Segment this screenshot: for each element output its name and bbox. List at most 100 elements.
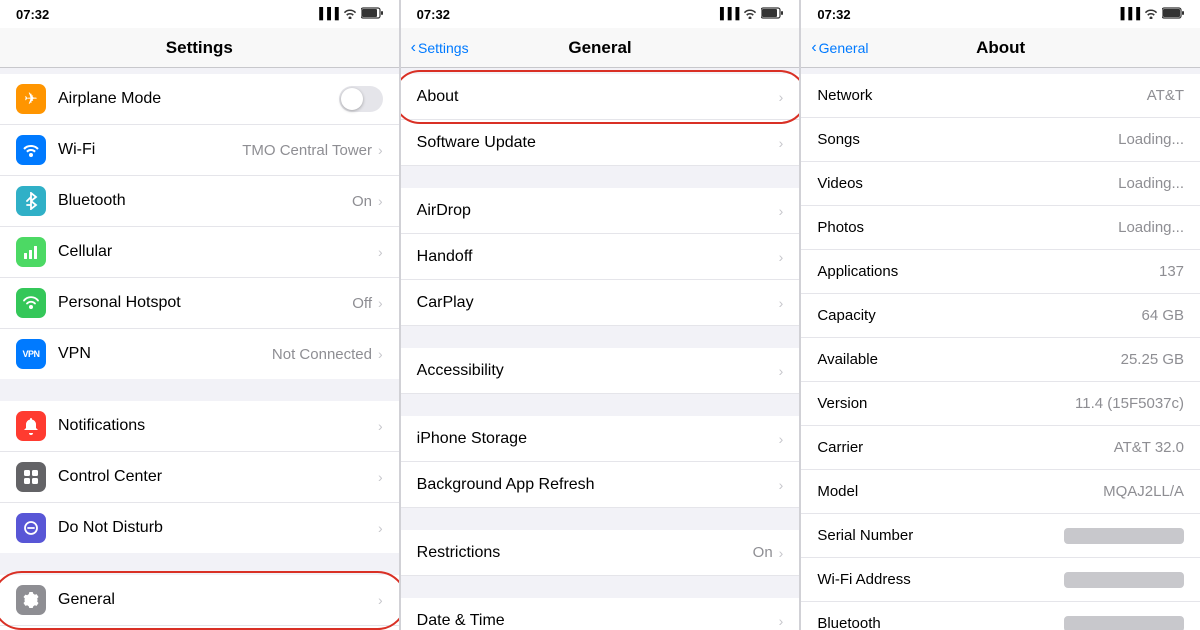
photos-label: Photos: [817, 219, 1118, 236]
control-center-chevron: ›: [378, 469, 383, 485]
videos-label: Videos: [817, 175, 1118, 192]
dnd-label: Do Not Disturb: [58, 519, 378, 537]
date-time-row[interactable]: Date & Time ›: [401, 598, 800, 630]
handoff-row[interactable]: Handoff ›: [401, 234, 800, 280]
version-label: Version: [817, 395, 1075, 412]
do-not-disturb-row[interactable]: Do Not Disturb ›: [0, 503, 399, 553]
restrictions-row[interactable]: Restrictions On ›: [401, 530, 800, 576]
applications-value: 137: [1159, 263, 1184, 280]
settings-list: ✈ Airplane Mode Wi-Fi TMO Central Tower …: [0, 68, 399, 630]
bluetooth-address-label: Bluetooth: [817, 615, 1064, 630]
available-label: Available: [817, 351, 1120, 368]
bluetooth-icon: [16, 186, 46, 216]
songs-label: Songs: [817, 131, 1118, 148]
bluetooth-row[interactable]: Bluetooth On ›: [0, 176, 399, 227]
dnd-chevron: ›: [378, 520, 383, 536]
serial-row: Serial Number: [801, 514, 1200, 558]
status-icons-3: ▐▐▐: [1117, 7, 1184, 22]
vpn-row[interactable]: VPN VPN Not Connected ›: [0, 329, 399, 379]
settings-nav: Settings: [0, 28, 399, 68]
serial-label: Serial Number: [817, 527, 1064, 544]
about-back-button[interactable]: ‹ General: [811, 39, 868, 57]
photos-row: Photos Loading...: [801, 206, 1200, 250]
version-row: Version 11.4 (15F5037c): [801, 382, 1200, 426]
notifications-label: Notifications: [58, 417, 378, 435]
vpn-icon: VPN: [16, 339, 46, 369]
wifi-row[interactable]: Wi-Fi TMO Central Tower ›: [0, 125, 399, 176]
bg-app-refresh-row[interactable]: Background App Refresh ›: [401, 462, 800, 508]
general-group: General › Display & Brightness › Wallpap…: [0, 575, 399, 630]
spacer-g2: [401, 166, 800, 188]
signal-icon: ▐▐▐: [315, 8, 338, 20]
wifi-icon-3: [1144, 7, 1158, 22]
software-update-row[interactable]: Software Update ›: [401, 120, 800, 166]
iphone-storage-row[interactable]: iPhone Storage ›: [401, 416, 800, 462]
general-title: General: [568, 38, 631, 58]
vpn-chevron: ›: [378, 346, 383, 362]
version-value: 11.4 (15F5037c): [1075, 395, 1184, 412]
restrictions-chevron: ›: [779, 545, 784, 561]
cellular-row[interactable]: Cellular ›: [0, 227, 399, 278]
software-update-chevron: ›: [779, 135, 784, 151]
airplane-mode-row[interactable]: ✈ Airplane Mode: [0, 74, 399, 125]
videos-value: Loading...: [1118, 175, 1184, 192]
airdrop-row[interactable]: AirDrop ›: [401, 188, 800, 234]
handoff-label: Handoff: [417, 248, 779, 266]
bluetooth-address-value: [1064, 616, 1184, 630]
wifi-status-icon: [343, 7, 357, 22]
date-time-label: Date & Time: [417, 612, 779, 630]
time-1: 07:32: [16, 7, 49, 22]
wifi-value: TMO Central Tower: [242, 142, 372, 159]
hotspot-row[interactable]: Personal Hotspot Off ›: [0, 278, 399, 329]
status-bar-2: 07:32 ▐▐▐: [401, 0, 800, 28]
spacer-g6: [401, 576, 800, 598]
spacer-g5: [401, 508, 800, 530]
accessibility-chevron: ›: [779, 363, 784, 379]
about-list: Network AT&T Songs Loading... Videos Loa…: [801, 68, 1200, 630]
network-label: Network: [817, 87, 1146, 104]
time-3: 07:32: [817, 7, 850, 22]
capacity-value: 64 GB: [1141, 307, 1184, 324]
battery-icon-3: [1162, 7, 1184, 22]
carplay-row[interactable]: CarPlay ›: [401, 280, 800, 326]
model-label: Model: [817, 483, 1103, 500]
applications-label: Applications: [817, 263, 1159, 280]
back-label: Settings: [418, 40, 469, 56]
time-2: 07:32: [417, 7, 450, 22]
bg-app-refresh-label: Background App Refresh: [417, 476, 779, 494]
carrier-label: Carrier: [817, 439, 1113, 456]
available-value: 25.25 GB: [1121, 351, 1184, 368]
accessibility-label: Accessibility: [417, 362, 779, 380]
control-center-row[interactable]: Control Center ›: [0, 452, 399, 503]
about-nav: ‹ General About: [801, 28, 1200, 68]
airdrop-label: AirDrop: [417, 202, 779, 220]
notifications-icon: [16, 411, 46, 441]
signal-icon-3: ▐▐▐: [1117, 8, 1140, 20]
display-brightness-row[interactable]: Display & Brightness ›: [0, 626, 399, 630]
carplay-chevron: ›: [779, 295, 784, 311]
general-row-wrapper: General ›: [0, 575, 399, 626]
airplane-toggle[interactable]: [339, 86, 383, 112]
accessibility-row[interactable]: Accessibility ›: [401, 348, 800, 394]
carrier-value: AT&T 32.0: [1114, 439, 1184, 456]
wifi-label: Wi-Fi: [58, 141, 242, 159]
notifications-row[interactable]: Notifications ›: [0, 401, 399, 452]
settings-title: Settings: [166, 38, 233, 58]
available-row: Available 25.25 GB: [801, 338, 1200, 382]
wifi-address-value: [1064, 572, 1184, 588]
notifications-chevron: ›: [378, 418, 383, 434]
general-row[interactable]: General ›: [0, 575, 399, 626]
spacer-g3: [401, 326, 800, 348]
hotspot-icon: [16, 288, 46, 318]
about-row[interactable]: About ›: [401, 74, 800, 120]
vpn-value: Not Connected: [272, 346, 372, 363]
videos-row: Videos Loading...: [801, 162, 1200, 206]
wifi-icon: [16, 135, 46, 165]
general-back-button[interactable]: ‹ Settings: [411, 39, 469, 57]
wifi-address-label: Wi-Fi Address: [817, 571, 1064, 588]
airplane-label: Airplane Mode: [58, 90, 339, 108]
gear-icon: [16, 585, 46, 615]
spacer-2: [0, 379, 399, 401]
iphone-storage-chevron: ›: [779, 431, 784, 447]
status-bar-3: 07:32 ▐▐▐: [801, 0, 1200, 28]
